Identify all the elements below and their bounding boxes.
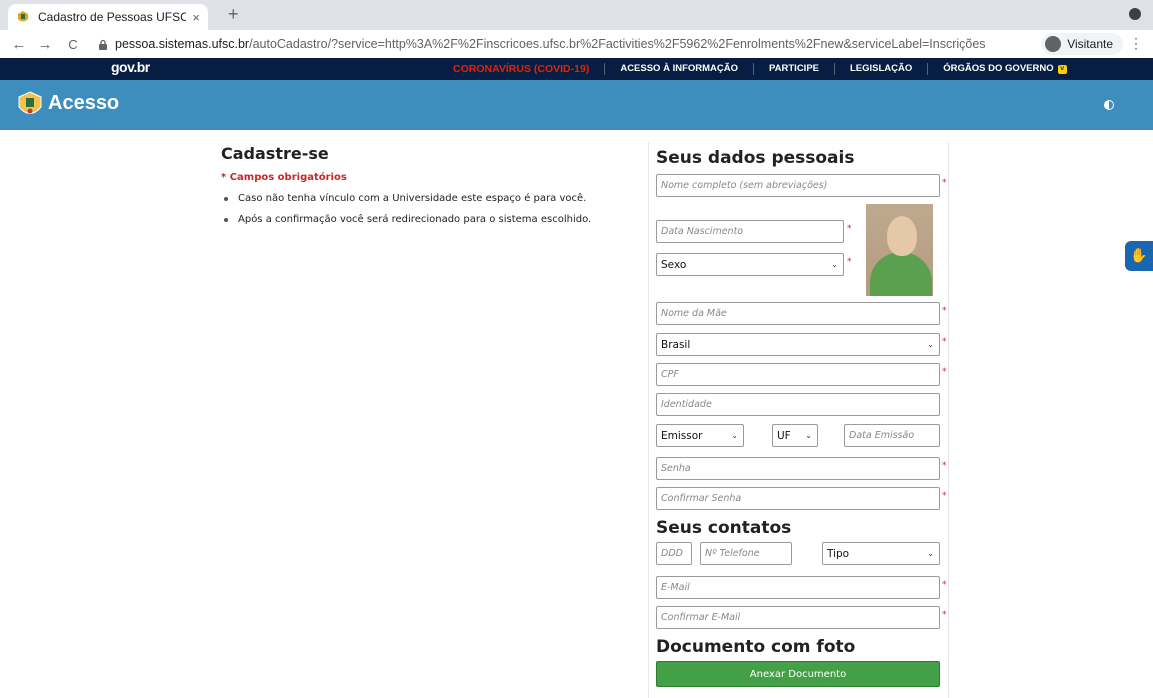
sex-select-value: Sexo <box>661 258 687 271</box>
url-path: /autoCadastro/?service=http%3A%2F%2Finsc… <box>249 37 986 51</box>
govbr-link-legislacao[interactable]: LEGISLAÇÃO <box>835 63 929 75</box>
profile-avatar-icon <box>1045 36 1062 52</box>
govbr-link-covid[interactable]: CORONAVÍRUS (COVID-19) <box>438 63 606 75</box>
mother-name-input[interactable]: Nome da Mãe <box>656 302 940 325</box>
info-panel: Cadastre-se * Campos obrigatórios Caso n… <box>221 144 641 225</box>
govbr-logo[interactable]: gov.br <box>111 59 150 75</box>
sign-language-icon: ✋ <box>1130 248 1148 264</box>
issuer-select[interactable]: Emissor ⌄ <box>656 424 744 447</box>
vlibras-accessibility-button[interactable]: ✋ <box>1125 241 1153 271</box>
email-input[interactable]: E-Mail <box>656 576 940 599</box>
confirm-password-input[interactable]: Confirmar Senha <box>656 487 940 510</box>
phone-type-select[interactable]: Tipo ⌄ <box>822 542 940 565</box>
govbr-link-acesso-informacao[interactable]: ACESSO À INFORMAÇÃO <box>605 63 755 75</box>
section-title-document: Documento com foto <box>656 637 856 657</box>
browser-tab-bar: Cadastro de Pessoas UFSC | × + <box>0 0 1153 30</box>
ddd-input[interactable]: DDD <box>656 542 692 565</box>
back-button[interactable]: ← <box>8 36 30 53</box>
tab-search-icon[interactable] <box>1129 8 1141 20</box>
required-star: * <box>942 306 947 316</box>
page-header-title: Acesso <box>48 92 120 114</box>
acesso-header: Acesso <box>0 80 1153 130</box>
tab-close-icon[interactable]: × <box>192 10 200 25</box>
identity-input[interactable]: Identidade <box>656 393 940 416</box>
list-item-text: Após a confirmação você será redireciona… <box>238 214 592 225</box>
reload-button[interactable]: C <box>62 37 84 52</box>
list-item: Caso não tenha vínculo com a Universidad… <box>221 193 641 204</box>
tab-title: Cadastro de Pessoas UFSC | <box>38 10 187 24</box>
avatar-body <box>870 252 932 296</box>
profile-label: Visitante <box>1067 37 1113 51</box>
country-select[interactable]: Brasil ⌄ <box>656 333 940 356</box>
issue-date-input[interactable]: Data Emissão <box>844 424 940 447</box>
chevron-down-icon: ⌄ <box>927 340 934 349</box>
required-star: * <box>942 610 947 620</box>
govbr-link-participe[interactable]: PARTICIPE <box>754 63 835 75</box>
issuer-select-value: Emissor <box>661 429 703 442</box>
profile-button[interactable]: Visitante <box>1041 33 1123 55</box>
sex-select[interactable]: Sexo ⌄ <box>656 253 844 276</box>
required-star: * <box>847 257 852 267</box>
required-star: * <box>942 580 947 590</box>
uf-select-value: UF <box>777 429 791 442</box>
full-name-input[interactable]: Nome completo (sem abreviações) <box>656 174 940 197</box>
browser-menu-icon[interactable]: ⋮ <box>1129 35 1143 52</box>
url-domain: pessoa.sistemas.ufsc.br <box>115 37 250 51</box>
chevron-down-icon: ⌄ <box>927 549 934 558</box>
govbr-links: CORONAVÍRUS (COVID-19) ACESSO À INFORMAÇ… <box>438 58 1082 80</box>
chevron-down-icon: ⌄ <box>831 260 838 269</box>
contrast-toggle-icon[interactable] <box>1104 100 1114 110</box>
ufsc-crest-icon[interactable] <box>17 91 43 119</box>
govbr-link-orgaos-label: ÓRGÃOS DO GOVERNO <box>943 63 1054 74</box>
required-star: * <box>942 491 947 501</box>
required-note: * Campos obrigatórios <box>221 172 347 183</box>
country-select-value: Brasil <box>661 338 691 351</box>
chevron-down-icon: ⌄ <box>731 431 738 440</box>
required-star: * <box>942 178 947 188</box>
govbr-bar: gov.br CORONAVÍRUS (COVID-19) ACESSO À I… <box>0 58 1153 80</box>
phone-type-select-value: Tipo <box>827 547 850 560</box>
ufsc-crest-icon <box>16 10 30 24</box>
avatar-head <box>887 216 917 256</box>
page-title: Cadastre-se <box>221 144 329 163</box>
forward-button[interactable]: → <box>34 36 56 53</box>
birth-date-input[interactable]: Data Nascimento <box>656 220 844 243</box>
bullet-icon <box>224 217 228 222</box>
cpf-input[interactable]: CPF <box>656 363 940 386</box>
required-star: * <box>942 337 947 347</box>
required-star: * <box>942 461 947 471</box>
address-bar-row: ← → C pessoa.sistemas.ufsc.br/autoCadast… <box>0 30 1153 58</box>
chevron-down-icon: ˅ <box>1057 65 1067 74</box>
section-title-personal: Seus dados pessoais <box>656 148 855 168</box>
required-star: * <box>847 224 852 234</box>
bullet-icon <box>224 196 228 201</box>
new-tab-button[interactable]: + <box>228 4 239 25</box>
govbr-link-orgaos[interactable]: ÓRGÃOS DO GOVERNO ˅ <box>928 63 1081 75</box>
required-star: * <box>942 367 947 377</box>
list-item: Após a confirmação você será redireciona… <box>221 214 641 225</box>
chevron-down-icon: ⌄ <box>805 431 812 440</box>
confirm-email-input[interactable]: Confirmar E-Mail <box>656 606 940 629</box>
avatar-placeholder-image <box>866 204 933 296</box>
browser-tab[interactable]: Cadastro de Pessoas UFSC | × <box>8 4 208 30</box>
lock-icon <box>98 39 108 50</box>
phone-input[interactable]: Nº Telefone <box>700 542 792 565</box>
list-item-text: Caso não tenha vínculo com a Universidad… <box>238 193 587 204</box>
password-input[interactable]: Senha <box>656 457 940 480</box>
section-title-contacts: Seus contatos <box>656 518 792 538</box>
uf-select[interactable]: UF ⌄ <box>772 424 818 447</box>
attach-document-button[interactable]: Anexar Documento <box>656 661 940 687</box>
url-field[interactable]: pessoa.sistemas.ufsc.br/autoCadastro/?se… <box>98 33 998 55</box>
